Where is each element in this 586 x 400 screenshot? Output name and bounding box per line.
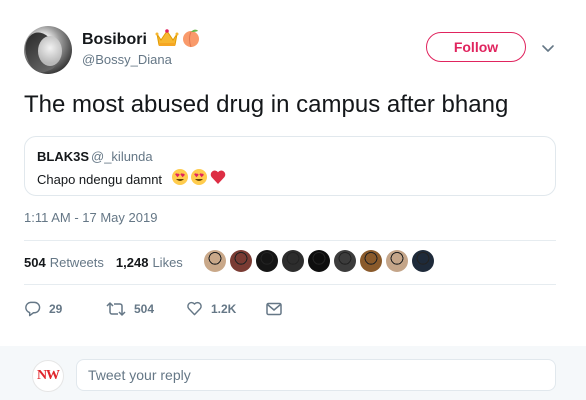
retweets-count[interactable]: 504 bbox=[24, 255, 46, 270]
quoted-author-handle: @_kilunda bbox=[91, 149, 153, 164]
liker-avatar-5[interactable] bbox=[308, 250, 330, 272]
author-handle[interactable]: @Bossy_Diana bbox=[82, 52, 172, 68]
reply-bar: NW Tweet your reply bbox=[0, 346, 586, 400]
direct-message-action[interactable] bbox=[266, 302, 282, 316]
retweet-action[interactable]: 504 bbox=[106, 301, 186, 317]
liker-avatar-1[interactable] bbox=[204, 250, 226, 272]
heart-eyes-icon bbox=[190, 168, 208, 186]
envelope-icon[interactable] bbox=[266, 302, 282, 316]
my-avatar: NW bbox=[32, 360, 64, 392]
chevron-down-icon[interactable] bbox=[540, 40, 556, 56]
reply-count: 29 bbox=[49, 301, 63, 316]
tweet-timestamp[interactable]: 1:11 AM - 17 May 2019 bbox=[24, 210, 157, 225]
follow-button[interactable]: Follow bbox=[426, 32, 526, 62]
author-name-emojis bbox=[155, 28, 201, 48]
like-count: 1.2K bbox=[211, 301, 237, 316]
likes-label[interactable]: Likes bbox=[152, 255, 182, 270]
reply-icon[interactable] bbox=[24, 300, 41, 317]
likes-count[interactable]: 1,248 bbox=[116, 255, 149, 270]
crown-icon bbox=[155, 28, 179, 48]
liker-avatars bbox=[204, 250, 434, 272]
peach-icon bbox=[181, 28, 201, 48]
quoted-tweet-emojis bbox=[171, 168, 227, 186]
retweet-count: 504 bbox=[134, 301, 155, 316]
liker-avatar-7[interactable] bbox=[360, 250, 382, 272]
reply-action[interactable]: 29 bbox=[24, 300, 106, 317]
reply-input[interactable]: Tweet your reply bbox=[76, 359, 556, 391]
engagement-stats: 504 Retweets 1,248 Likes bbox=[24, 255, 183, 270]
author-avatar[interactable] bbox=[24, 26, 72, 74]
liker-avatar-8[interactable] bbox=[386, 250, 408, 272]
quoted-tweet-text: Chapo ndengu damnt bbox=[37, 172, 163, 187]
quoted-tweet[interactable]: BLAK3S @_kilunda Chapo ndengu damnt bbox=[24, 136, 556, 196]
retweets-label[interactable]: Retweets bbox=[50, 255, 104, 270]
red-heart-icon bbox=[209, 168, 227, 186]
quoted-author-name: BLAK3S bbox=[37, 149, 90, 164]
tweet-actions: 29 504 1.2K bbox=[24, 300, 282, 317]
liker-avatar-6[interactable] bbox=[334, 250, 356, 272]
like-action[interactable]: 1.2K bbox=[186, 300, 266, 317]
tweet-text: The most abused drug in campus after bha… bbox=[24, 91, 509, 118]
liker-avatar-9[interactable] bbox=[412, 250, 434, 272]
heart-icon[interactable] bbox=[186, 300, 203, 317]
divider bbox=[24, 284, 556, 285]
liker-avatar-4[interactable] bbox=[282, 250, 304, 272]
author-display-name[interactable]: Bosibori bbox=[82, 30, 147, 50]
heart-eyes-icon bbox=[171, 168, 189, 186]
retweet-icon[interactable] bbox=[106, 301, 126, 317]
avatar-logo-text: NW bbox=[36, 368, 60, 383]
divider bbox=[24, 240, 556, 241]
liker-avatar-3[interactable] bbox=[256, 250, 278, 272]
avatar-face bbox=[38, 36, 62, 66]
liker-avatar-2[interactable] bbox=[230, 250, 252, 272]
